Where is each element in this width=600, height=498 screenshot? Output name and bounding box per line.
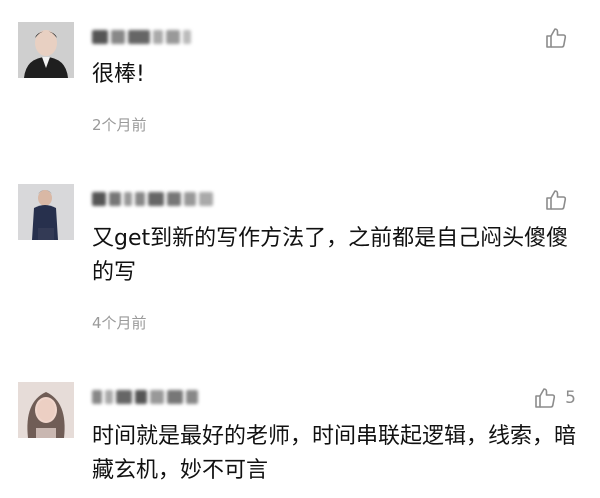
like-button[interactable]: 5	[533, 386, 576, 410]
avatar[interactable]	[18, 382, 74, 438]
like-count: 5	[565, 388, 576, 408]
comment-item: 5 时间就是最好的老师，时间串联起逻辑，线索，暗藏玄机，妙不可言	[0, 0, 600, 498]
thumbs-up-icon	[533, 386, 557, 410]
comment-text: 时间就是最好的老师，时间串联起逻辑，线索，暗藏玄机，妙不可言	[92, 424, 577, 483]
username-blurred	[92, 386, 198, 408]
